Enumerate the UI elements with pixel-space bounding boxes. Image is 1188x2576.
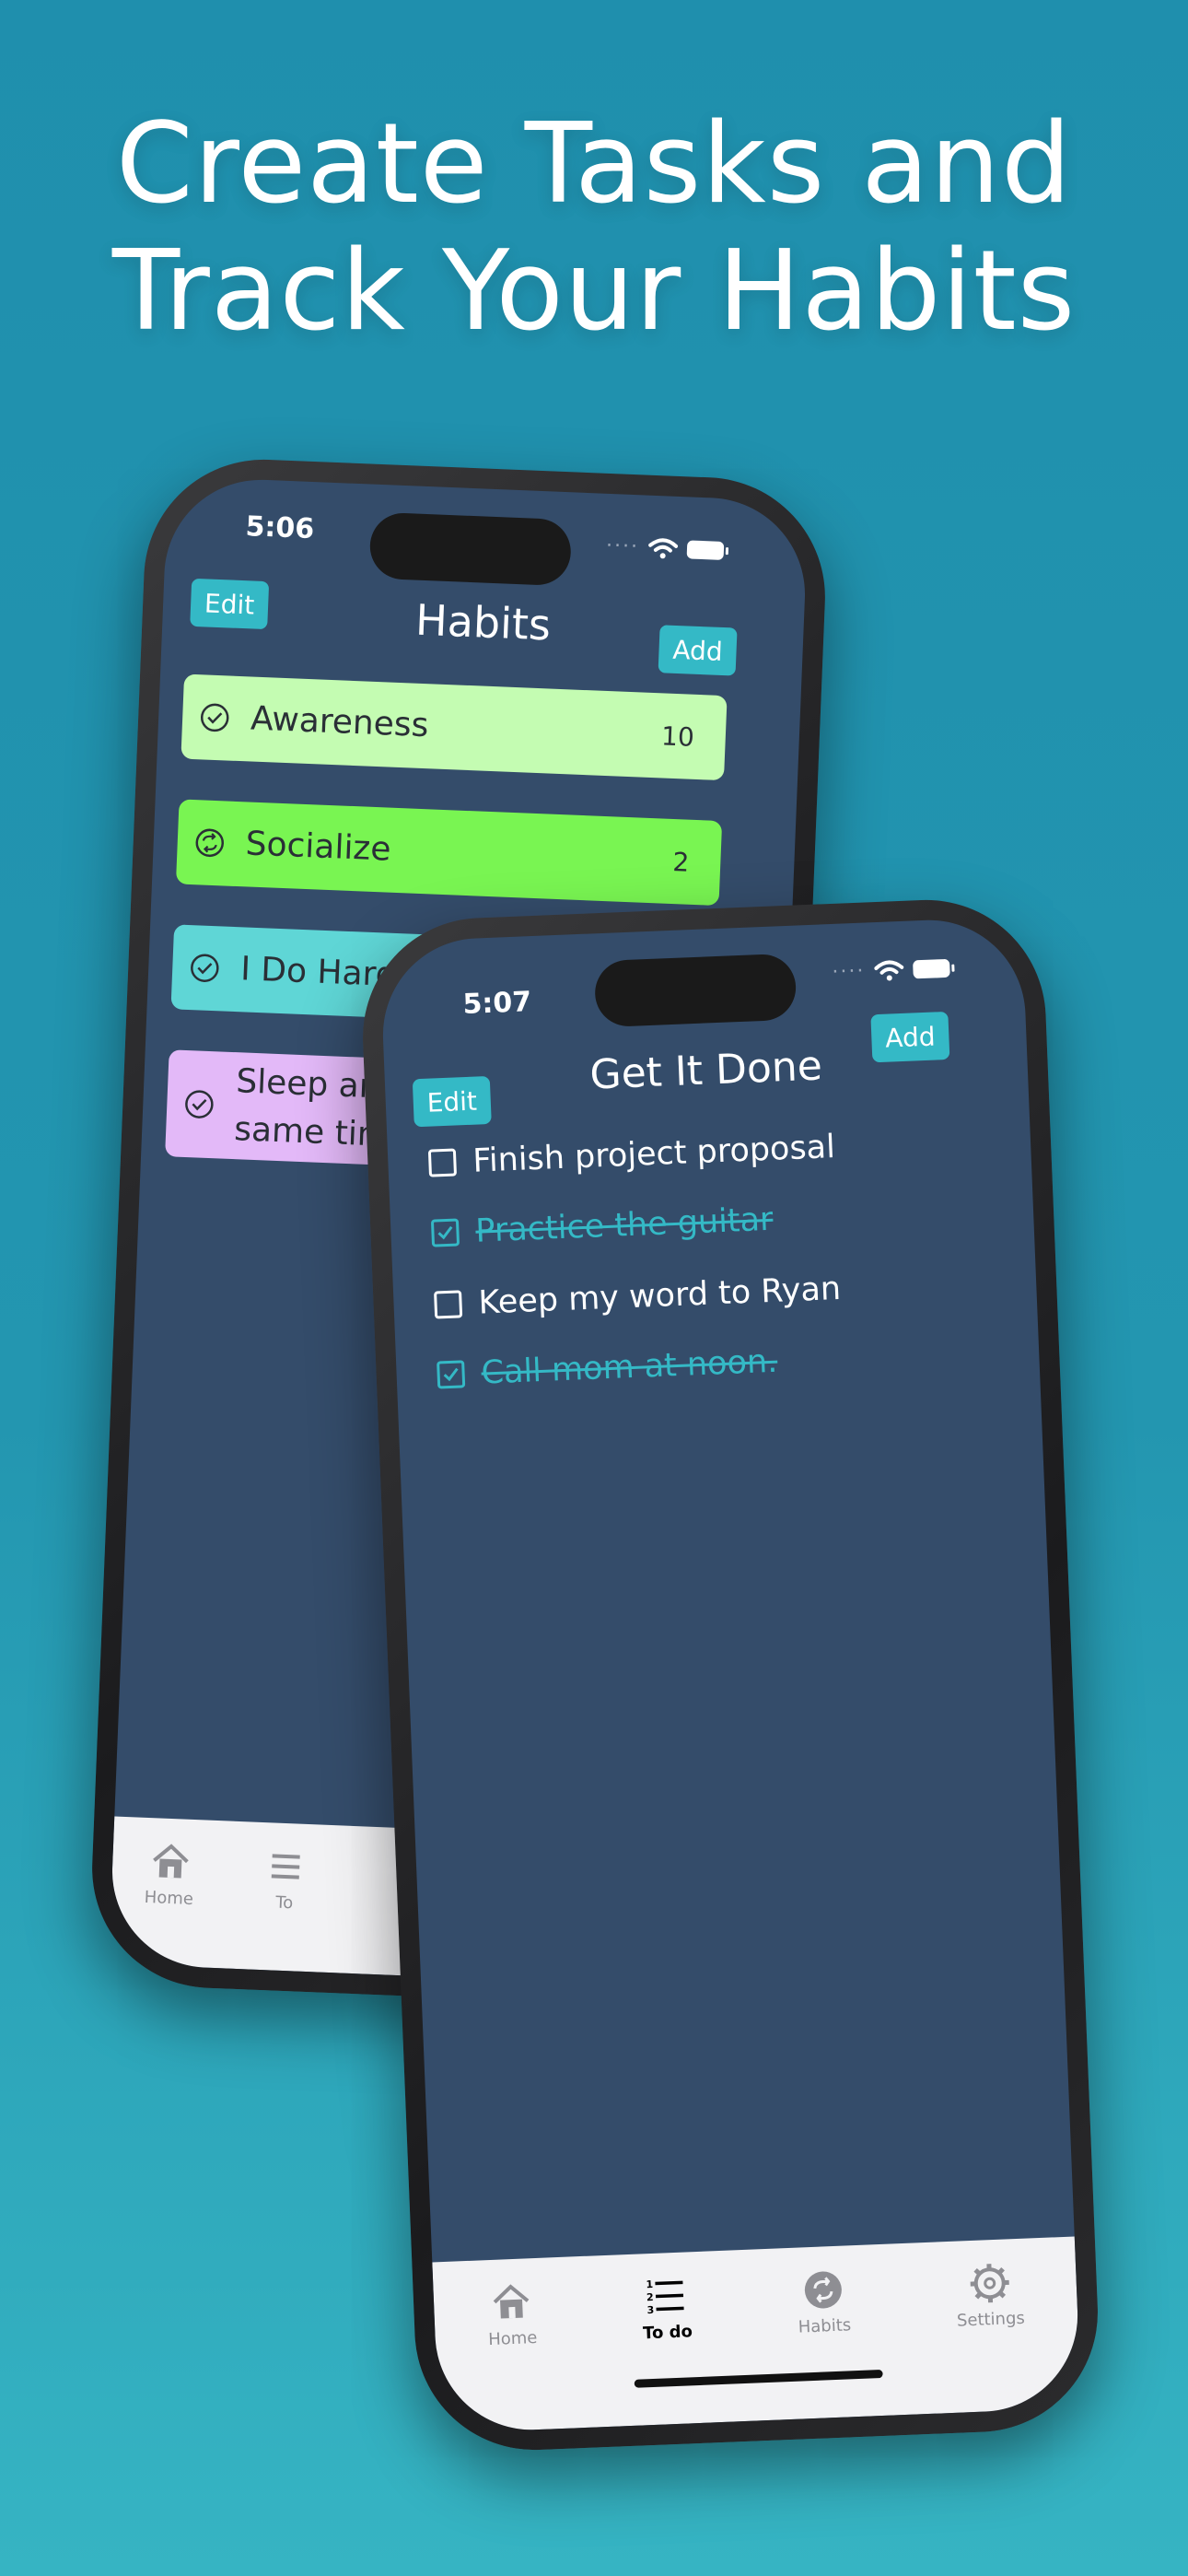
tab-bar: Home 1 2 3 To do Habits Settings <box>432 2236 1082 2434</box>
todo-item[interactable]: Practice the guitar <box>430 1200 775 1252</box>
signal-icon: ···· <box>831 959 866 984</box>
tab-todo[interactable]: 1 2 3 To do <box>641 2274 693 2343</box>
status-time: 5:06 <box>244 510 315 546</box>
dynamic-island <box>368 511 573 587</box>
check-circle-icon[interactable] <box>189 952 221 984</box>
tab-habits[interactable]: Habits <box>796 2267 852 2337</box>
todo-item[interactable]: Call mom at noon. <box>437 1343 778 1394</box>
gear-icon <box>970 2264 1009 2303</box>
habit-label: Socialize <box>244 825 392 869</box>
habit-label: Awareness <box>250 699 430 745</box>
todo-phone: 5:07 ···· Edit Get It Done Add Finish pr… <box>357 895 1103 2455</box>
headline-line-1: Create Tasks and <box>115 100 1073 228</box>
tab-habits-label: Habits <box>798 2315 852 2337</box>
habit-row[interactable]: Awareness 10 <box>181 673 728 781</box>
svg-text:1: 1 <box>646 2278 654 2290</box>
battery-icon <box>686 539 725 560</box>
numbered-list-icon: 1 2 3 <box>646 2278 685 2316</box>
tab-todo[interactable]: To <box>262 1844 308 1914</box>
habit-label-line-1: Sleep ar <box>235 1062 374 1107</box>
check-circle-icon[interactable] <box>183 1088 215 1120</box>
tab-home[interactable]: Home <box>144 1840 195 1909</box>
headline-line-2: Track Your Habits <box>111 228 1077 356</box>
tab-settings[interactable]: Settings <box>954 2261 1025 2331</box>
status-icons: ···· <box>832 956 950 984</box>
todo-text: Keep my word to Ryan <box>477 1270 842 1322</box>
svg-text:2: 2 <box>646 2291 654 2303</box>
habit-row[interactable]: Socialize 2 <box>175 799 723 907</box>
checkbox[interactable] <box>427 1148 458 1177</box>
checkbox[interactable] <box>430 1218 460 1247</box>
habit-count: 2 <box>671 846 691 878</box>
signal-icon: ···· <box>605 533 640 559</box>
home-icon <box>152 1844 189 1879</box>
todo-text: Finish project proposal <box>472 1128 836 1180</box>
todo-screen: 5:07 ···· Edit Get It Done Add Finish pr… <box>379 916 1082 2434</box>
checkmark-icon <box>443 1367 459 1382</box>
todo-text: Practice the guitar <box>474 1200 775 1250</box>
checkmark-icon <box>437 1225 453 1240</box>
todo-text: Call mom at noon. <box>480 1342 778 1392</box>
list-icon <box>271 1854 300 1879</box>
headline: Create Tasks and Track Your Habits <box>0 101 1188 356</box>
tab-todo-label: To do <box>642 2322 693 2344</box>
svg-text:3: 3 <box>647 2304 655 2316</box>
tab-settings-label: Settings <box>956 2308 1026 2331</box>
tab-home-label: Home <box>487 2328 538 2350</box>
home-icon <box>493 2284 530 2319</box>
repeat-circle-icon[interactable] <box>193 826 226 859</box>
add-button[interactable]: Add <box>870 1011 950 1063</box>
tab-todo-label: To <box>274 1892 294 1914</box>
tab-home-label: Home <box>144 1887 194 1910</box>
habit-label-line-2: same tin <box>233 1110 379 1154</box>
add-button[interactable]: Add <box>658 625 738 676</box>
repeat-circle-icon <box>804 2271 842 2309</box>
wifi-icon <box>874 959 904 980</box>
battery-icon <box>912 958 950 978</box>
wifi-icon <box>648 537 679 558</box>
checkbox[interactable] <box>437 1360 466 1389</box>
todo-item[interactable]: Finish project proposal <box>427 1128 836 1182</box>
dynamic-island <box>593 953 798 1028</box>
habit-count: 10 <box>660 720 695 753</box>
status-time: 5:07 <box>461 986 532 1022</box>
check-circle-icon[interactable] <box>199 701 231 733</box>
todo-item[interactable]: Keep my word to Ryan <box>434 1270 842 1324</box>
checkbox[interactable] <box>434 1290 463 1319</box>
tab-home[interactable]: Home <box>486 2280 538 2349</box>
status-icons: ···· <box>606 534 725 562</box>
